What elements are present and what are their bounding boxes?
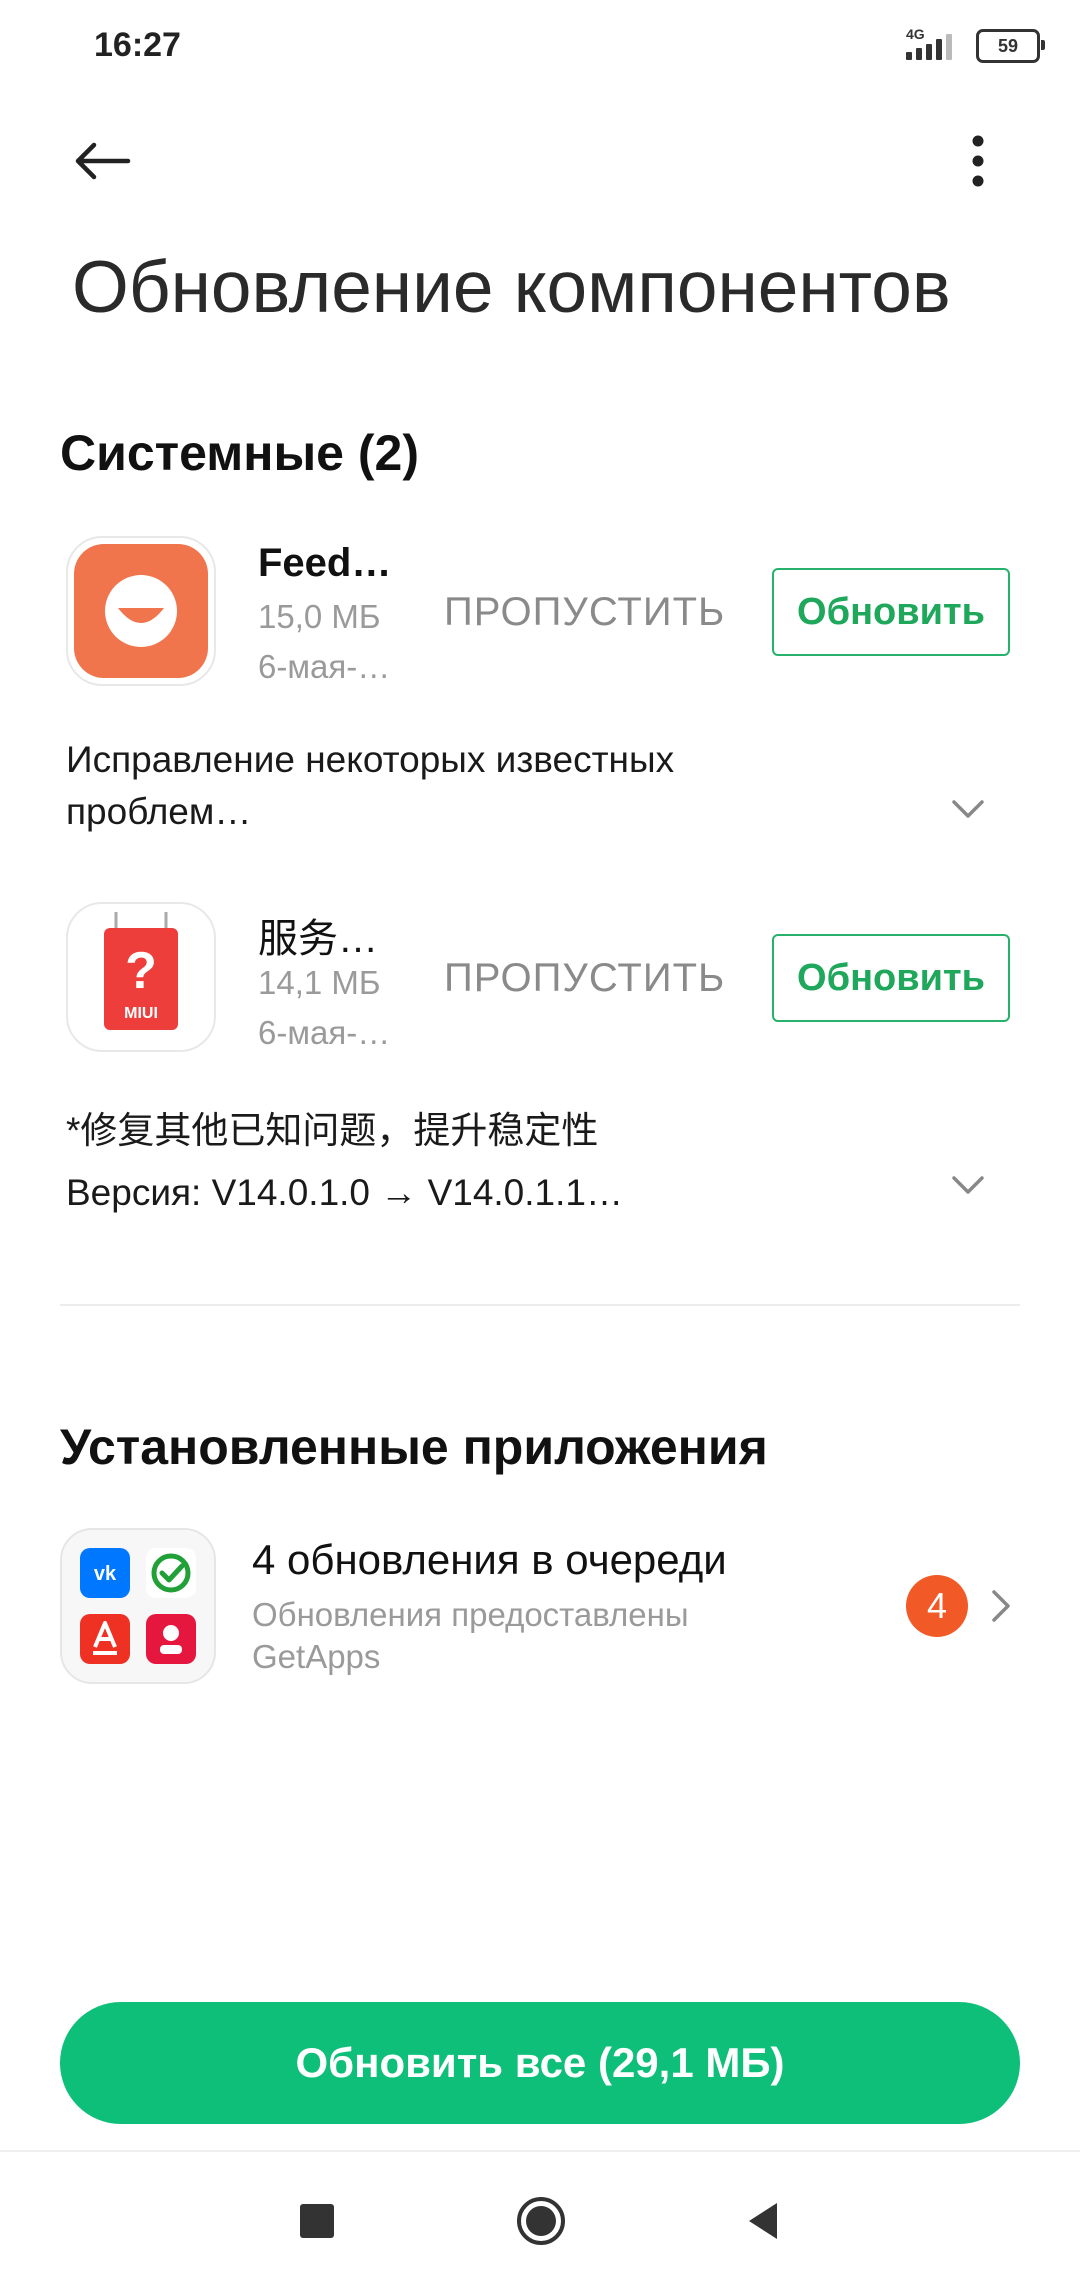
- app-date: 6-мая-…: [258, 648, 391, 685]
- installed-section-heading: Установленные приложения: [60, 1419, 768, 1475]
- status-time: 16:27: [94, 26, 181, 64]
- back-triangle-icon: [749, 2203, 777, 2239]
- section-divider: [60, 1304, 1020, 1306]
- system-navigation-bar: [0, 2150, 1080, 2282]
- signal-icon: 4G: [906, 26, 962, 64]
- queued-apps-icon-group: vk: [60, 1528, 216, 1684]
- more-vertical-icon: [972, 135, 984, 187]
- battery-icon: 59: [976, 29, 1045, 63]
- recents-square-icon: [300, 2204, 334, 2238]
- page-title: Обновление компонентов: [72, 247, 951, 328]
- home-button[interactable]: [506, 2186, 576, 2256]
- more-options-button[interactable]: [950, 126, 1006, 196]
- expand-chevron[interactable]: [948, 794, 988, 824]
- description-line: Версия: V14.0.1.0 → V14.0.1.1…: [66, 1172, 623, 1213]
- description-line: проблем…: [66, 791, 252, 832]
- recents-button[interactable]: [282, 2186, 352, 2256]
- sber-icon: [146, 1548, 196, 1598]
- app-red-icon: [146, 1614, 196, 1664]
- queue-subtitle: Обновления предоставлены GetApps: [252, 1596, 689, 1675]
- update-button[interactable]: Обновить: [772, 568, 1010, 656]
- update-all-button[interactable]: Обновить все (29,1 МБ): [60, 2002, 1020, 2124]
- miui-service-app-icon: ? MIUI: [66, 902, 216, 1052]
- update-button[interactable]: Обновить: [772, 934, 1010, 1022]
- queue-count-badge: 4: [906, 1575, 968, 1637]
- update-description[interactable]: Исправление некоторых известных проблем…: [66, 734, 926, 838]
- alfa-bank-icon: [80, 1614, 130, 1664]
- app-name: Feed…: [258, 541, 392, 585]
- home-circle-icon: [517, 2197, 565, 2245]
- svg-text:vk: vk: [94, 1563, 117, 1585]
- app-size: 14,1 МБ: [258, 964, 381, 1001]
- feed-smile-icon: [74, 544, 208, 678]
- status-icons: 4G 59: [906, 26, 1045, 66]
- back-nav-button[interactable]: [728, 2186, 798, 2256]
- expand-chevron[interactable]: [948, 1170, 988, 1200]
- skip-button[interactable]: ПРОПУСТИТЬ: [444, 590, 725, 635]
- skip-button[interactable]: ПРОПУСТИТЬ: [444, 956, 725, 1001]
- chevron-down-icon: [952, 800, 984, 818]
- app-date: 6-мая-…: [258, 1014, 391, 1051]
- miui-icon-label: MIUI: [124, 1005, 158, 1022]
- miui-service-icon: ? MIUI: [104, 912, 178, 1030]
- update-description[interactable]: *修复其他已知问题，提升稳定性 Версия: V14.0.1.0 → V14.…: [66, 1100, 926, 1224]
- vk-icon: vk: [80, 1548, 130, 1598]
- queue-title[interactable]: 4 обновления в очереди: [252, 1536, 727, 1584]
- back-button[interactable]: [62, 126, 142, 196]
- app-name: 服务…: [258, 917, 378, 961]
- chevron-right-icon: [992, 1590, 1010, 1622]
- open-queue-chevron[interactable]: [986, 1586, 1016, 1626]
- system-section-heading: Системные (2): [60, 425, 419, 481]
- battery-level: 59: [997, 35, 1019, 56]
- description-line: *修复其他已知问题，提升稳定性: [66, 1110, 599, 1151]
- network-type: 4G: [906, 26, 925, 42]
- back-arrow-icon: [75, 142, 131, 180]
- svg-text:?: ?: [125, 942, 157, 1000]
- description-line: Исправление некоторых известных: [66, 739, 675, 780]
- feed-app-icon: [66, 536, 216, 686]
- app-size: 15,0 МБ: [258, 598, 381, 635]
- chevron-down-icon: [952, 1176, 984, 1194]
